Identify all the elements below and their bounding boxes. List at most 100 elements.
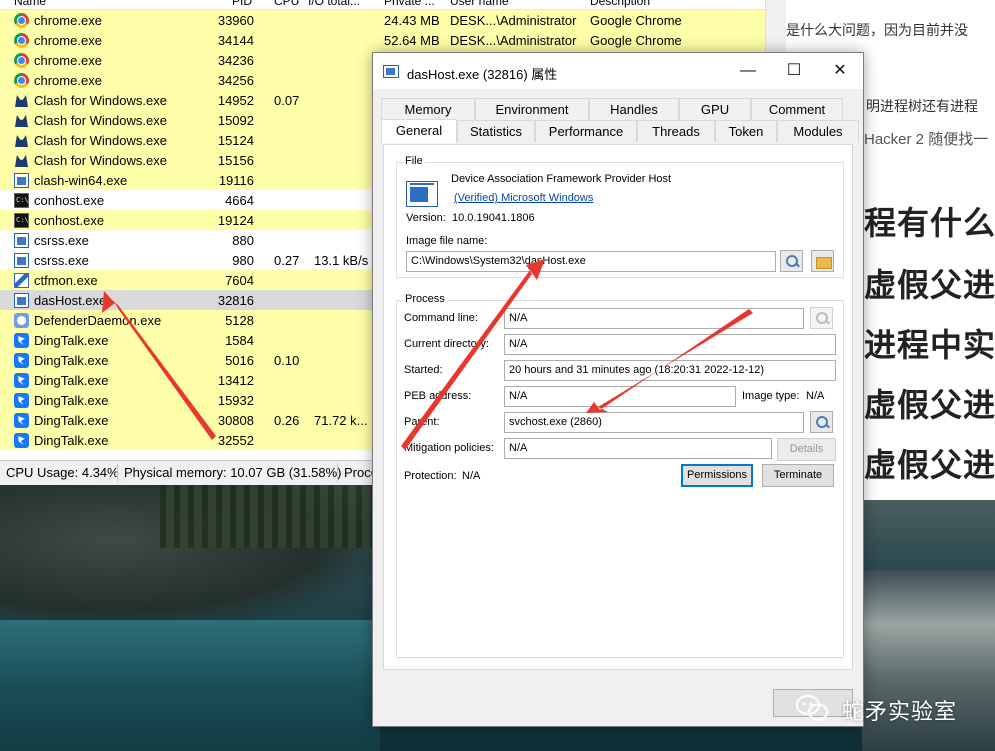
search-icon[interactable] (810, 411, 833, 433)
ctfmon-icon (14, 273, 29, 288)
process-pid: 15092 (217, 113, 254, 128)
wallpaper-trees (160, 478, 390, 548)
search-icon[interactable] (780, 250, 803, 272)
process-row[interactable]: chrome.exe 33960 24.43 MB DESK...\Administr… (0, 10, 765, 30)
watermark: 蛇矛实验室 (796, 690, 986, 726)
tab-performance[interactable]: Performance (535, 120, 637, 142)
chrome-icon (14, 33, 29, 48)
process-name: chrome.exe (34, 73, 102, 88)
verified-signer-link[interactable]: (Verified) Microsoft Windows (454, 192, 593, 204)
process-private-bytes: 24.43 MB (384, 13, 440, 28)
watermark-text: 蛇矛实验室 (842, 699, 958, 724)
process-pid: 15124 (217, 133, 254, 148)
process-name: DingTalk.exe (34, 373, 109, 388)
process-name: DingTalk.exe (34, 393, 109, 408)
mitigation-policies-field[interactable]: N/A (504, 438, 772, 459)
version-label: Version: (406, 212, 446, 224)
process-name: chrome.exe (34, 33, 102, 48)
column-header-io[interactable]: I/O total... (308, 0, 360, 8)
process-pid: 880 (232, 233, 254, 248)
process-pid: 13412 (217, 373, 254, 388)
tab-general[interactable]: General (381, 119, 457, 143)
process-private-bytes: 52.64 MB (384, 33, 440, 48)
article-text-line: Hacker 2 随便找一 (864, 131, 989, 148)
process-name: Clash for Windows.exe (34, 93, 167, 108)
process-name: DingTalk.exe (34, 433, 109, 448)
process-pid: 5128 (225, 313, 254, 328)
window-icon (383, 65, 399, 78)
window-icon (14, 233, 29, 248)
process-description: Google Chrome (590, 33, 682, 48)
process-pid: 15156 (217, 153, 254, 168)
column-header-description[interactable]: Description (590, 0, 650, 8)
tab-token[interactable]: Token (715, 120, 777, 142)
clash-icon (14, 133, 29, 148)
process-user-name: DESK...\Administrator (450, 33, 577, 48)
tab-statistics[interactable]: Statistics (457, 120, 535, 142)
dialog-titlebar[interactable]: dasHost.exe (32816) 属性 — ☐ ✕ (373, 53, 863, 89)
folder-icon[interactable] (811, 250, 834, 272)
process-name: csrss.exe (34, 233, 89, 248)
parent-process-field[interactable]: svchost.exe (2860) (504, 412, 804, 433)
file-description: Device Association Framework Provider Ho… (451, 173, 672, 185)
process-name: conhost.exe (34, 193, 105, 208)
process-pid: 34144 (217, 33, 254, 48)
image-file-path-field[interactable]: C:\Windows\System32\dasHost.exe (406, 251, 776, 272)
tab-gpu[interactable]: GPU (679, 98, 751, 120)
console-icon (14, 213, 29, 228)
tab-comment[interactable]: Comment (751, 98, 843, 120)
chrome-icon (14, 13, 29, 28)
physical-memory-status: Physical memory: 10.07 GB (31.58%) (124, 465, 342, 480)
process-name: conhost.exe (34, 213, 105, 228)
process-table-header: Name PID CPU I/O total... Private ... Us… (0, 0, 786, 10)
protection-value: N/A (462, 470, 481, 482)
mitigation-policies-label: Mitigation policies: (404, 442, 494, 454)
permissions-button[interactable]: Permissions (681, 464, 753, 487)
dingtalk-icon (14, 393, 29, 408)
search-icon[interactable] (810, 307, 833, 329)
process-name: chrome.exe (34, 13, 102, 28)
image-type-label: Image type: (742, 390, 800, 402)
details-button[interactable]: Details (777, 438, 836, 461)
chrome-icon (14, 53, 29, 68)
process-pid: 33960 (217, 13, 254, 28)
tab-environment[interactable]: Environment (475, 98, 589, 120)
process-pid: 4664 (225, 193, 254, 208)
process-cpu: 0.26 (274, 413, 300, 428)
tab-threads[interactable]: Threads (637, 120, 715, 142)
console-icon (14, 193, 29, 208)
column-header-pid[interactable]: PID (232, 0, 252, 8)
column-header-name[interactable]: Name (14, 0, 46, 8)
process-name: chrome.exe (34, 53, 102, 68)
process-description: Google Chrome (590, 13, 682, 28)
clash-icon (14, 113, 29, 128)
minimize-button[interactable]: — (725, 53, 771, 89)
process-pid: 7604 (225, 273, 254, 288)
image-file-name-label: Image file name: (406, 235, 488, 247)
column-header-user[interactable]: User name (450, 0, 509, 8)
close-button[interactable]: ✕ (817, 53, 863, 89)
article-heading: 进程中实 (864, 327, 995, 363)
maximize-button[interactable]: ☐ (771, 53, 817, 89)
article-text-line: 明进程树还有进程 (866, 98, 978, 114)
tab-handles[interactable]: Handles (589, 98, 679, 120)
column-header-cpu[interactable]: CPU (274, 0, 299, 8)
process-pid: 32816 (217, 293, 254, 308)
dingtalk-icon (14, 333, 29, 348)
started-field[interactable]: 20 hours and 31 minutes ago (18:20:31 20… (504, 360, 836, 381)
process-pid: 5016 (225, 353, 254, 368)
process-name: DingTalk.exe (34, 353, 109, 368)
tab-modules[interactable]: Modules (777, 120, 859, 142)
wallpaper-lake (0, 620, 380, 751)
current-directory-field[interactable]: N/A (504, 334, 836, 355)
process-name: Clash for Windows.exe (34, 153, 167, 168)
terminate-button[interactable]: Terminate (762, 464, 834, 487)
process-name: dasHost.exe (34, 293, 107, 308)
process-row[interactable]: chrome.exe 34144 52.64 MB DESK...\Administr… (0, 30, 765, 50)
tab-memory[interactable]: Memory (381, 98, 475, 120)
clash-icon (14, 93, 29, 108)
column-header-private[interactable]: Private ... (384, 0, 435, 8)
command-line-field[interactable]: N/A (504, 308, 804, 329)
peb-address-label: PEB address: (404, 390, 472, 402)
peb-address-field[interactable]: N/A (504, 386, 736, 407)
